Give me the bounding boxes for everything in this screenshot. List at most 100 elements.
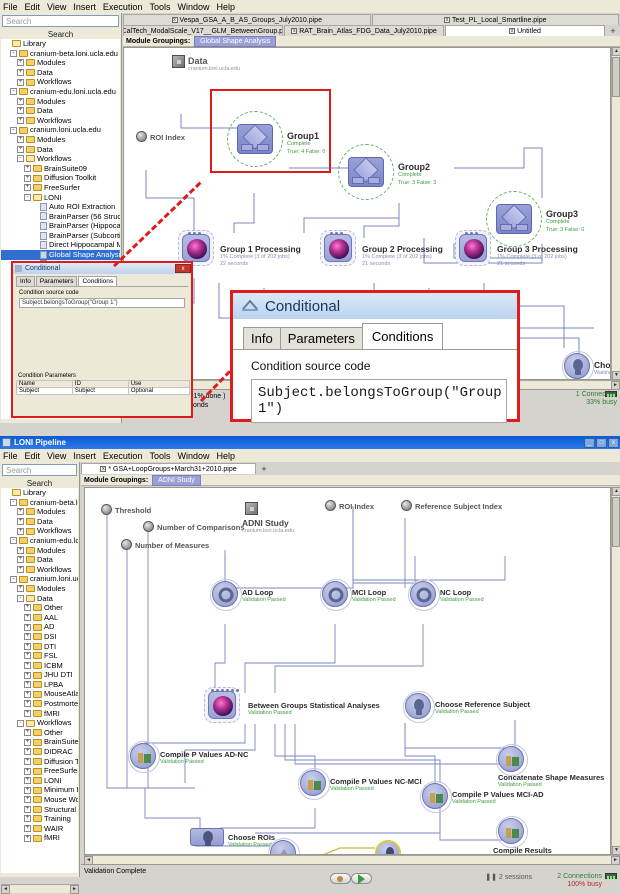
expand-icon[interactable]: + (24, 815, 31, 823)
collapse-icon[interactable]: - (17, 594, 24, 602)
expand-icon[interactable]: + (24, 681, 31, 689)
expand-icon[interactable]: + (24, 748, 31, 756)
tab-close-icon[interactable]: x (509, 28, 516, 34)
expand-icon[interactable]: + (17, 556, 24, 564)
tree-item[interactable]: - LONI (1, 193, 120, 203)
menu-insert[interactable]: Insert (73, 451, 96, 461)
workflow-tab[interactable]: x Vespa_GSA_A_B_AS_Groups_July2010.pipe (123, 14, 371, 25)
collapse-icon[interactable]: - (10, 498, 17, 506)
top-search-input[interactable]: Search (2, 15, 119, 27)
menu-edit[interactable]: Edit (25, 2, 41, 12)
collapse-icon[interactable]: - (10, 88, 17, 96)
expand-icon[interactable]: + (17, 97, 24, 105)
collapse-icon[interactable]: - (24, 193, 31, 201)
menu-file[interactable]: File (3, 2, 18, 12)
expand-icon[interactable]: + (24, 633, 31, 641)
bottom-workflow-canvas[interactable]: Threshold Number of Comparisons Number o… (84, 487, 611, 855)
tree-item[interactable]: + BrainSuite09 (1, 164, 120, 174)
expand-icon[interactable]: + (24, 174, 31, 182)
expand-icon[interactable]: + (24, 757, 31, 765)
expand-icon[interactable]: + (17, 546, 24, 554)
tree-item[interactable]: - cranium-beta.loni.ucla.edu (1, 49, 120, 59)
tree-item[interactable]: + Data (1, 517, 78, 527)
workflow-tab[interactable]: x Untitled (445, 25, 605, 36)
scroll-up-icon[interactable]: ▲ (612, 487, 620, 496)
tree-item[interactable]: + Workflows (1, 526, 78, 536)
expand-icon[interactable]: + (17, 117, 24, 125)
tree-item[interactable]: + DTI (1, 642, 78, 652)
node-threshold[interactable] (101, 504, 112, 515)
expand-icon[interactable]: + (17, 566, 24, 574)
expand-icon[interactable]: + (24, 825, 31, 833)
play-button[interactable] (350, 873, 372, 884)
node-data-source[interactable] (172, 55, 185, 68)
vscroll-thumb[interactable] (612, 57, 620, 97)
tree-item[interactable]: + Modules (1, 584, 78, 594)
expand-icon[interactable]: + (24, 661, 31, 669)
tree-item[interactable]: + Training (1, 814, 78, 824)
menu-view[interactable]: View (47, 2, 66, 12)
expand-icon[interactable]: + (24, 642, 31, 650)
tree-item[interactable]: + Diffusion Toolkit (1, 757, 78, 767)
tree-item[interactable]: + AAL (1, 613, 78, 623)
top-grouping-chip[interactable]: Global Shape Analysis (194, 35, 277, 47)
tree-item[interactable]: BrainParser (Hippocampus) (1, 221, 120, 231)
tree-item[interactable]: - Data (1, 594, 78, 604)
pause-button[interactable] (329, 873, 351, 884)
tree-item[interactable]: BrainParser (56 Structures) (1, 212, 120, 222)
tree-item[interactable]: + Data (1, 68, 120, 78)
expand-icon[interactable]: + (17, 136, 24, 144)
tree-item[interactable]: + WAIR (1, 824, 78, 834)
top-canvas-vscrollbar[interactable]: ▲ ▼ (611, 47, 620, 380)
collapse-icon[interactable]: - (10, 575, 17, 583)
callout-tab-parameters[interactable]: Parameters (279, 327, 363, 349)
collapse-icon[interactable]: - (10, 537, 17, 545)
expand-icon[interactable]: + (17, 145, 24, 153)
node-between-groups[interactable] (204, 687, 244, 727)
expand-icon[interactable]: + (24, 671, 31, 679)
expand-icon[interactable]: + (24, 834, 31, 842)
workflow-tab[interactable]: xCalTech_ModalScale_V17__GLM_BetweenGrou… (123, 25, 283, 36)
new-tab-button[interactable]: + (606, 25, 620, 36)
callout-tab-conditions[interactable]: Conditions (361, 323, 444, 349)
expand-icon[interactable]: + (24, 604, 31, 612)
workflow-tab[interactable]: x RAT_Brain_Atlas_FDG_Data_July2010.pipe (284, 25, 444, 36)
menu-execution[interactable]: Execution (103, 451, 143, 461)
expand-icon[interactable]: + (24, 700, 31, 708)
bottom-tree-hscrollbar[interactable]: ◄ ► (1, 884, 79, 894)
node-compile-p-values-nc-mci[interactable] (298, 768, 330, 800)
tab-close-icon[interactable]: x (171, 17, 178, 23)
tree-item[interactable]: Direct Hippocampal Mapping (1, 240, 120, 250)
workflow-tab[interactable]: x * GSA+LoopGroups+March31+2010.pipe (81, 463, 256, 474)
tree-item[interactable]: - Workflows (1, 154, 120, 164)
tree-item[interactable]: + fMRI (1, 833, 78, 843)
expand-icon[interactable]: + (24, 623, 31, 631)
tree-item[interactable]: + Modules (1, 58, 120, 68)
tree-item[interactable]: - cranium.loni.ucla.edu (1, 574, 78, 584)
menu-tools[interactable]: Tools (149, 2, 170, 12)
menu-window[interactable]: Window (177, 2, 209, 12)
tree-item[interactable]: - cranium-edu.loni.ucla.edu (1, 536, 78, 546)
menu-help[interactable]: Help (216, 2, 235, 12)
tree-item[interactable]: + DSI (1, 632, 78, 642)
node-choose-subject[interactable] (562, 351, 594, 379)
tree-item[interactable]: - cranium-edu.loni.ucla.edu (1, 87, 120, 97)
tree-item[interactable]: + LPBA (1, 680, 78, 690)
node-makescene[interactable] (268, 838, 300, 854)
tree-item[interactable]: + fMRI (1, 709, 78, 719)
bottom-library-tree[interactable]: Library-cranium-beta.loni.ucla.edu+Modul… (1, 488, 78, 873)
tree-item[interactable]: Library (1, 488, 78, 498)
node-reference-subject-index[interactable] (401, 500, 412, 511)
tree-item[interactable]: + FSL (1, 651, 78, 661)
tree-item[interactable]: + Workflows (1, 77, 120, 87)
tree-item[interactable]: + Workflows (1, 565, 78, 575)
expand-icon[interactable]: + (17, 107, 24, 115)
tree-item[interactable]: Library (1, 39, 120, 49)
tree-item[interactable]: - cranium-beta.loni.ucla.edu (1, 498, 78, 508)
new-tab-button[interactable]: + (257, 463, 271, 474)
tree-item[interactable]: BrainParser (Subcortical) (1, 231, 120, 241)
tree-item[interactable]: + AD (1, 622, 78, 632)
callout-tab-info[interactable]: Info (243, 327, 281, 349)
tree-item[interactable]: + Modules (1, 507, 78, 517)
expand-icon[interactable]: + (24, 165, 31, 173)
